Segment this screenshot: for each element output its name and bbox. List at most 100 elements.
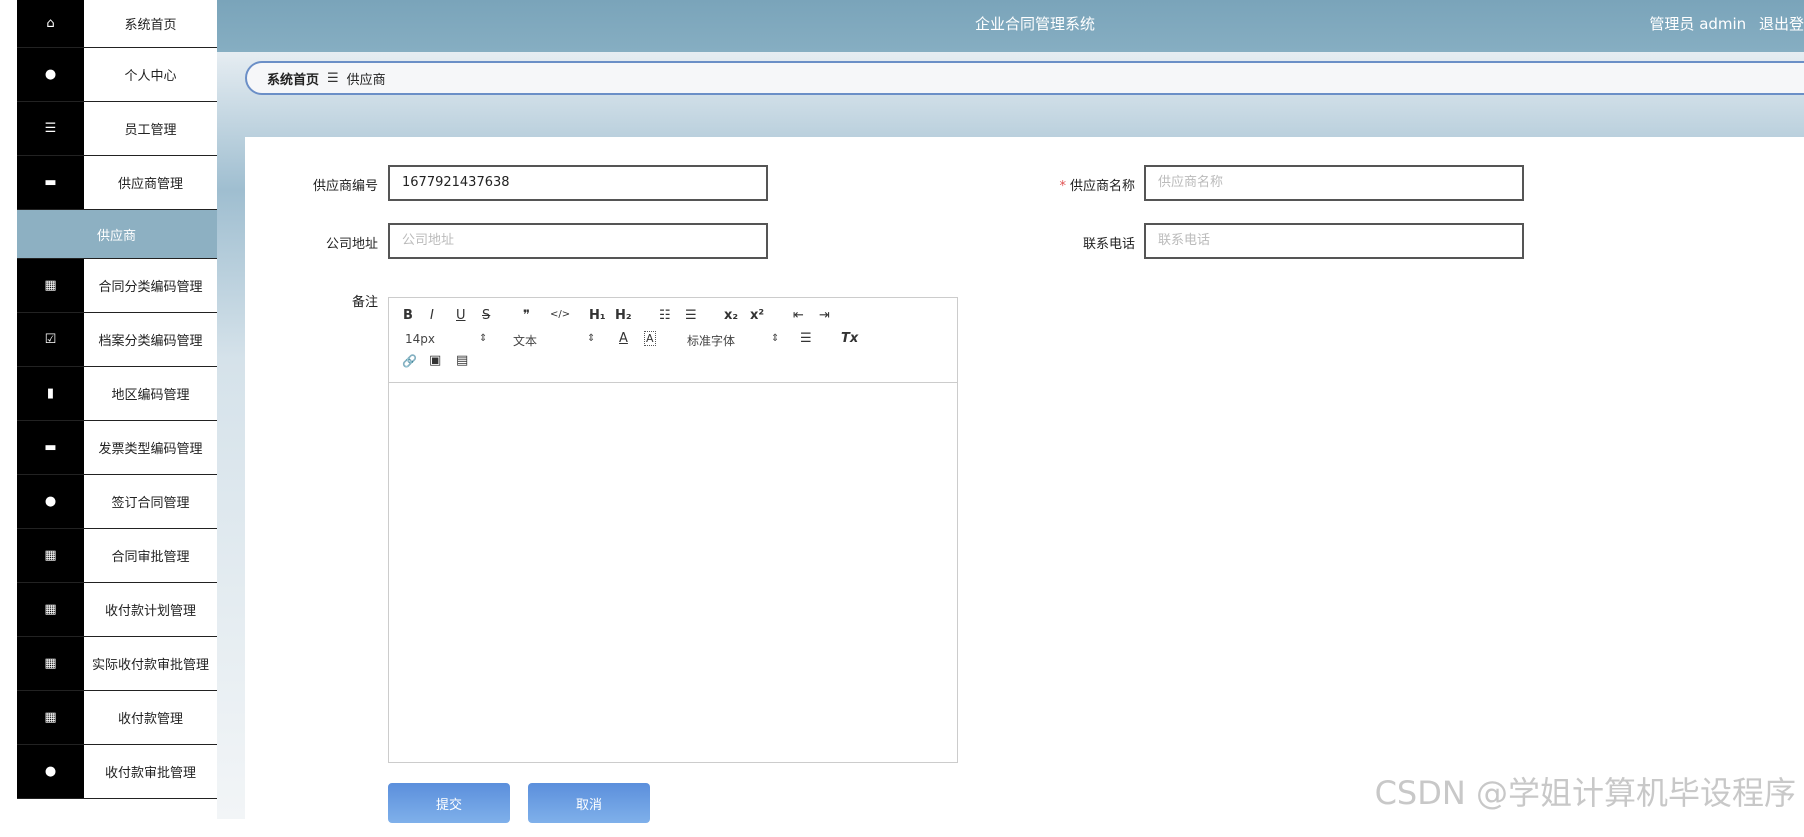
supplier-name-label: 供应商名称 [1069, 179, 1135, 194]
sidebar-item-label: 合同分类编码管理 [98, 280, 203, 295]
list-icon: ☰ [17, 102, 84, 155]
sidebar-item-employees[interactable]: ☰ 员工管理 [17, 102, 217, 156]
align-icon[interactable]: ☰ [800, 331, 812, 346]
address-field[interactable]: 公司地址 [388, 223, 768, 259]
select-arrow-icon: ⇕ [587, 333, 596, 344]
subscript-button[interactable]: x₂ [724, 308, 738, 323]
sidebar-item-label: 签订合同管理 [111, 496, 190, 511]
sidebar-item-label: 地区编码管理 [111, 388, 190, 403]
sidebar-item-label: 档案分类编码管理 [98, 334, 203, 349]
phone-field[interactable]: 联系电话 [1144, 223, 1524, 259]
monitor-icon: ▬ [17, 421, 84, 474]
background-color-icon[interactable]: A [644, 331, 656, 346]
font-size-select[interactable]: 14px ⇕ [405, 332, 488, 346]
sidebar-subitem-supplier[interactable]: 供应商 [17, 210, 217, 259]
sidebar-item-payments[interactable]: ▦ 收付款管理 [17, 691, 217, 745]
logout-link[interactable]: 退出登 [1759, 15, 1804, 33]
grid-icon: ▦ [17, 259, 84, 312]
font-size-value: 14px [405, 332, 435, 346]
sidebar-item-contract-approval[interactable]: ▦ 合同审批管理 [17, 529, 217, 583]
sidebar-item-profile[interactable]: ● 个人中心 [17, 48, 217, 102]
supplier-no-field[interactable]: 1677921437638 [388, 165, 768, 201]
rich-text-editor: B I U S ❞ </> H₁ H₂ ☷ ☰ x₂ x² ⇤ ⇥ 14px ⇕… [388, 297, 958, 763]
sidebar-item-label: 合同审批管理 [111, 550, 190, 565]
sidebar-item-label: 系统首页 [124, 18, 177, 33]
breadcrumb-separator-icon: ☰ [327, 70, 339, 86]
select-arrow-icon: ⇕ [479, 333, 488, 344]
paragraph-select[interactable]: 文本 ⇕ [513, 332, 596, 349]
h2-button[interactable]: H₂ [615, 308, 632, 323]
italic-button[interactable]: I [430, 308, 434, 323]
home-icon: ⌂ [17, 0, 84, 47]
user-label: 管理员 admin [1649, 15, 1747, 33]
bullet-list-icon[interactable]: ☰ [685, 308, 697, 323]
required-mark: * [1059, 179, 1066, 194]
editor-content-area[interactable] [389, 383, 957, 763]
grid-icon: ▦ [17, 691, 84, 744]
h1-button[interactable]: H₁ [589, 308, 606, 323]
sidebar-item-label: 员工管理 [124, 123, 177, 138]
font-family-select[interactable]: 标准字体 ⇕ [687, 332, 780, 349]
user-icon: ● [17, 745, 84, 798]
link-icon[interactable]: 🔗 [402, 354, 417, 368]
cancel-button[interactable]: 取消 [528, 783, 650, 823]
supplier-name-field[interactable]: 供应商名称 [1144, 165, 1524, 201]
sidebar-item-payment-plan[interactable]: ▦ 收付款计划管理 [17, 583, 217, 637]
breadcrumb-home[interactable]: 系统首页 [267, 69, 319, 88]
sidebar-item-home[interactable]: ⌂ 系统首页 [17, 0, 217, 48]
sidebar-item-actual-payment-approval[interactable]: ▦ 实际收付款审批管理 [17, 637, 217, 691]
video-icon[interactable]: ▤ [456, 353, 468, 368]
sidebar-item-suppliers[interactable]: ▬ 供应商管理 [17, 156, 217, 210]
sidebar-item-label: 实际收付款审批管理 [91, 658, 209, 673]
indent-icon[interactable]: ⇥ [819, 308, 830, 323]
font-family-value: 标准字体 [687, 334, 736, 348]
bar-chart-icon: ▮ [17, 367, 84, 420]
breadcrumb: 系统首页 ☰ 供应商 [245, 61, 1804, 95]
sidebar-item-label: 收付款计划管理 [104, 604, 196, 619]
watermark: CSDN @学姐计算机毕设程序 [1374, 774, 1796, 812]
underline-button[interactable]: U [456, 308, 466, 323]
clean-format-icon[interactable]: Tx [841, 331, 858, 346]
clipboard-icon: ☑ [17, 313, 84, 366]
strike-button[interactable]: S [482, 308, 490, 323]
user-icon: ● [17, 475, 84, 528]
quote-icon[interactable]: ❞ [523, 308, 530, 323]
sidebar-item-label: 个人中心 [124, 69, 177, 84]
breadcrumb-current: 供应商 [346, 72, 386, 88]
sidebar-item-label: 供应商 [97, 228, 137, 244]
select-arrow-icon: ⇕ [771, 333, 780, 344]
grid-icon: ▦ [17, 529, 84, 582]
sidebar-item-label: 收付款审批管理 [104, 766, 196, 781]
phone-label: 联系电话 [1082, 237, 1135, 252]
sidebar-item-invoice-type[interactable]: ▬ 发票类型编码管理 [17, 421, 217, 475]
sidebar-item-region[interactable]: ▮ 地区编码管理 [17, 367, 217, 421]
submit-button[interactable]: 提交 [388, 783, 510, 823]
app-title: 企业合同管理系统 [975, 15, 1096, 33]
image-icon[interactable]: ▣ [429, 353, 441, 368]
supplier-no-label: 供应商编号 [312, 179, 378, 194]
editor-toolbar: B I U S ❞ </> H₁ H₂ ☷ ☰ x₂ x² ⇤ ⇥ 14px ⇕… [389, 298, 957, 383]
superscript-button[interactable]: x² [750, 308, 764, 323]
sidebar: ⌂ 系统首页 ● 个人中心 ☰ 员工管理 ▬ 供应商管理 供应商 ▦ 合同分类编… [17, 0, 217, 819]
sidebar-item-label: 收付款管理 [117, 712, 183, 727]
sidebar-item-contract-category[interactable]: ▦ 合同分类编码管理 [17, 259, 217, 313]
supplier-name-label-wrap: * 供应商名称 [1015, 175, 1135, 194]
sidebar-item-payment-approval[interactable]: ● 收付款审批管理 [17, 745, 217, 799]
address-label: 公司地址 [325, 237, 378, 252]
grid-icon: ▦ [17, 583, 84, 636]
user-area: 管理员 admin 退出登 [1641, 13, 1804, 34]
code-icon[interactable]: </> [550, 309, 570, 320]
left-edge [0, 0, 17, 819]
user-icon: ● [17, 48, 84, 101]
sidebar-item-sign-contract[interactable]: ● 签订合同管理 [17, 475, 217, 529]
font-color-icon[interactable]: A [619, 331, 628, 346]
paragraph-value: 文本 [513, 334, 538, 348]
sidebar-item-archive-category[interactable]: ☑ 档案分类编码管理 [17, 313, 217, 367]
outdent-icon[interactable]: ⇤ [793, 308, 804, 323]
sidebar-item-label: 发票类型编码管理 [98, 442, 203, 457]
top-bar: 企业合同管理系统 管理员 admin 退出登 [217, 0, 1804, 52]
remark-label: 备注 [351, 295, 378, 310]
sidebar-item-label: 供应商管理 [117, 177, 183, 192]
bold-button[interactable]: B [403, 308, 413, 323]
ordered-list-icon[interactable]: ☷ [659, 308, 671, 323]
